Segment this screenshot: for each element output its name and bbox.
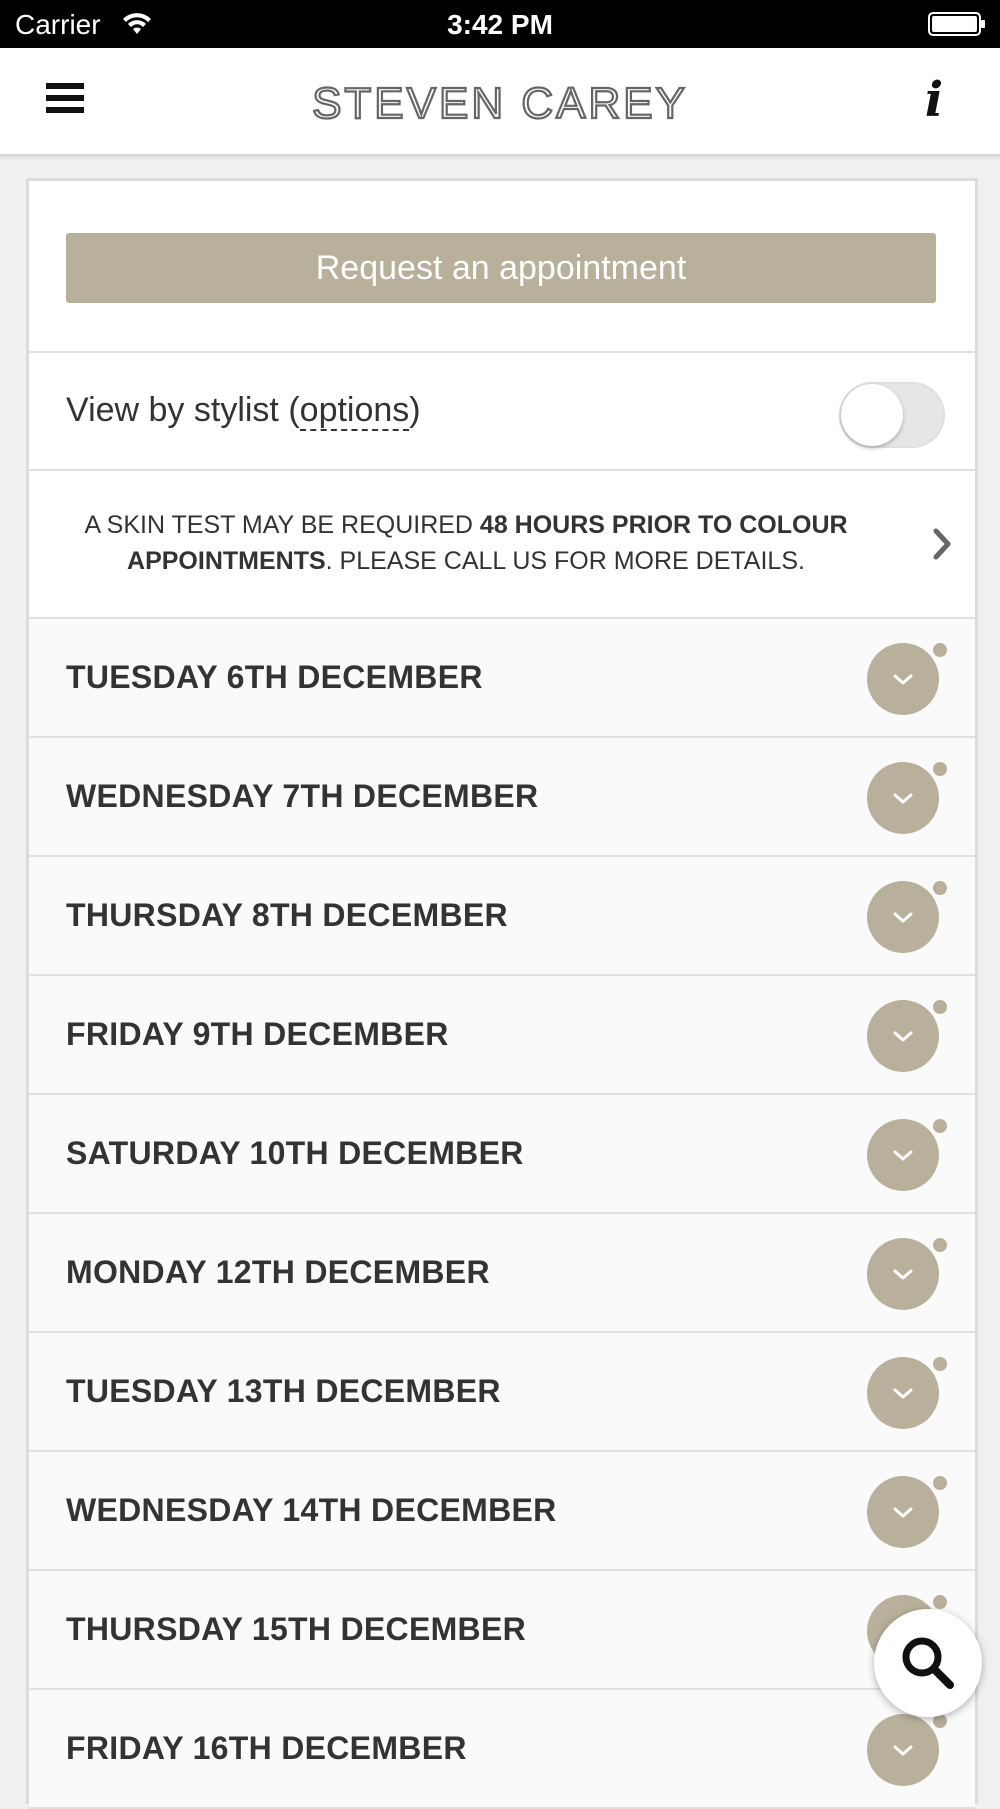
day-label: WEDNESDAY 14TH DECEMBER bbox=[66, 1492, 557, 1528]
clock: 3:42 PM bbox=[447, 9, 553, 40]
stylist-options-link[interactable]: options bbox=[299, 391, 410, 431]
request-appointment-button[interactable]: Request an appointment bbox=[66, 233, 936, 303]
availability-dot bbox=[933, 1476, 947, 1490]
stylist-filter-row: View by stylist (options) bbox=[29, 353, 975, 471]
hamburger-icon[interactable] bbox=[40, 78, 90, 124]
expand-day-button[interactable] bbox=[867, 1476, 939, 1548]
skin-test-notice[interactable]: A SKIN TEST MAY BE REQUIRED 48 HOURS PRI… bbox=[29, 471, 975, 619]
svg-text:STEVEN CAREY: STEVEN CAREY bbox=[312, 79, 688, 128]
stylist-label-prefix: View by stylist ( bbox=[66, 391, 300, 429]
stylist-toggle[interactable] bbox=[839, 382, 945, 448]
toggle-knob bbox=[841, 384, 903, 446]
availability-dot bbox=[933, 643, 947, 657]
availability-dot bbox=[933, 1119, 947, 1133]
availability-dot bbox=[933, 1357, 947, 1371]
day-row[interactable]: FRIDAY 9TH DECEMBER bbox=[29, 976, 975, 1095]
chevron-down-icon bbox=[893, 1031, 913, 1042]
day-label: MONDAY 12TH DECEMBER bbox=[66, 1254, 490, 1290]
search-icon bbox=[902, 1637, 954, 1689]
expand-day-button[interactable] bbox=[867, 1714, 939, 1786]
day-label: THURSDAY 8TH DECEMBER bbox=[66, 897, 508, 933]
day-row[interactable]: SATURDAY 10TH DECEMBER bbox=[29, 1095, 975, 1214]
battery-icon bbox=[928, 12, 985, 36]
day-row[interactable]: WEDNESDAY 14TH DECEMBER bbox=[29, 1452, 975, 1571]
day-label: FRIDAY 9TH DECEMBER bbox=[66, 1016, 449, 1052]
day-label: WEDNESDAY 7TH DECEMBER bbox=[66, 778, 539, 814]
availability-dot bbox=[933, 1238, 947, 1252]
appointment-card: Request an appointment View by stylist (… bbox=[26, 178, 978, 1809]
search-button[interactable] bbox=[874, 1609, 982, 1717]
day-label: THURSDAY 15TH DECEMBER bbox=[66, 1611, 527, 1647]
expand-day-button[interactable] bbox=[867, 643, 939, 715]
app-header: STEVEN CAREY i bbox=[0, 48, 1000, 156]
availability-dot bbox=[933, 762, 947, 776]
chevron-down-icon bbox=[893, 912, 913, 923]
day-label: TUESDAY 6TH DECEMBER bbox=[66, 659, 483, 695]
availability-dot bbox=[933, 1595, 947, 1609]
availability-dot bbox=[933, 1000, 947, 1014]
availability-dot bbox=[933, 881, 947, 895]
request-section: Request an appointment bbox=[29, 181, 975, 353]
day-row[interactable]: WEDNESDAY 7TH DECEMBER bbox=[29, 738, 975, 857]
day-row[interactable]: THURSDAY 15TH DECEMBER bbox=[29, 1571, 975, 1690]
day-row[interactable]: THURSDAY 8TH DECEMBER bbox=[29, 857, 975, 976]
day-row[interactable]: TUESDAY 13TH DECEMBER bbox=[29, 1333, 975, 1452]
day-label: SATURDAY 10TH DECEMBER bbox=[66, 1135, 524, 1171]
expand-day-button[interactable] bbox=[867, 762, 939, 834]
chevron-down-icon bbox=[893, 1745, 913, 1756]
day-label: FRIDAY 16TH DECEMBER bbox=[66, 1730, 467, 1766]
day-list: TUESDAY 6TH DECEMBER WEDNESDAY 7TH DECEMB… bbox=[29, 619, 975, 1809]
chevron-down-icon bbox=[893, 1507, 913, 1518]
notice-text-part1: A SKIN TEST MAY BE REQUIRED bbox=[84, 511, 480, 539]
status-bar: Carrier 3:42 PM bbox=[0, 0, 1000, 48]
expand-day-button[interactable] bbox=[867, 1119, 939, 1191]
chevron-right-icon bbox=[933, 528, 951, 560]
chevron-down-icon bbox=[893, 793, 913, 804]
chevron-down-icon bbox=[893, 1150, 913, 1161]
expand-day-button[interactable] bbox=[867, 1357, 939, 1429]
chevron-down-icon bbox=[893, 674, 913, 685]
stylist-label-suffix: ) bbox=[409, 391, 421, 429]
expand-day-button[interactable] bbox=[867, 1000, 939, 1072]
notice-text-part2: . PLEASE CALL US FOR MORE DETAILS. bbox=[325, 547, 805, 575]
day-row[interactable]: TUESDAY 6TH DECEMBER bbox=[29, 619, 975, 738]
expand-day-button[interactable] bbox=[867, 881, 939, 953]
expand-day-button[interactable] bbox=[867, 1238, 939, 1310]
chevron-down-icon bbox=[893, 1388, 913, 1399]
day-label: TUESDAY 13TH DECEMBER bbox=[66, 1373, 501, 1409]
notice-text: A SKIN TEST MAY BE REQUIRED 48 HOURS PRI… bbox=[66, 507, 866, 579]
info-icon[interactable]: i bbox=[914, 70, 954, 130]
brand-logo: STEVEN CAREY bbox=[311, 78, 688, 128]
stylist-filter-label: View by stylist (options) bbox=[66, 391, 421, 431]
day-row[interactable]: FRIDAY 16TH DECEMBER bbox=[29, 1690, 975, 1809]
chevron-down-icon bbox=[893, 1269, 913, 1280]
day-row[interactable]: MONDAY 12TH DECEMBER bbox=[29, 1214, 975, 1333]
